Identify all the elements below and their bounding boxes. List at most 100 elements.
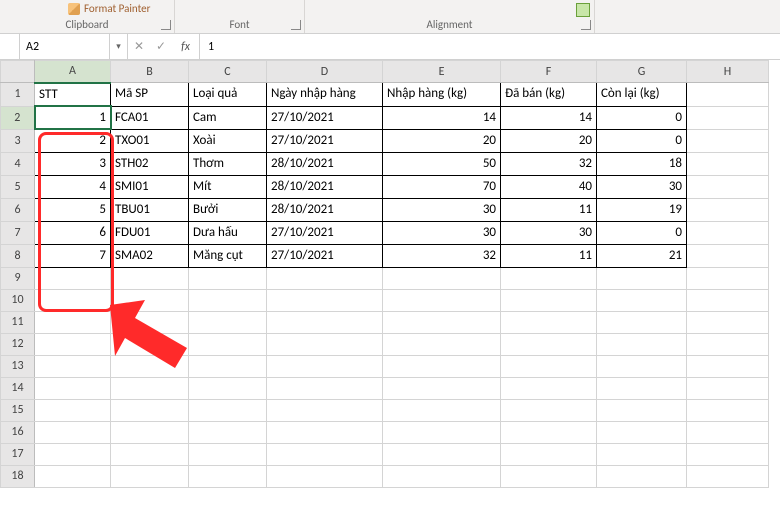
row-header-14[interactable]: 14: [1, 377, 35, 399]
cell-F16[interactable]: [501, 421, 597, 443]
cell-B4[interactable]: STH02: [111, 152, 189, 175]
cell-H2[interactable]: [687, 106, 769, 129]
row-header-18[interactable]: 18: [1, 465, 35, 487]
cell-D18[interactable]: [267, 465, 383, 487]
cell-E14[interactable]: [383, 377, 501, 399]
cell-E6[interactable]: 30: [383, 198, 501, 221]
row-header-5[interactable]: 5: [1, 175, 35, 198]
cell-H18[interactable]: [687, 465, 769, 487]
cell-A16[interactable]: [35, 421, 111, 443]
cell-G14[interactable]: [597, 377, 687, 399]
formula-cancel-icon[interactable]: ✕: [128, 34, 150, 59]
cell-G5[interactable]: 30: [597, 175, 687, 198]
cell-E1[interactable]: Nhập hàng (kg): [383, 83, 501, 107]
cell-F5[interactable]: 40: [501, 175, 597, 198]
cell-A18[interactable]: [35, 465, 111, 487]
cell-G3[interactable]: 0: [597, 129, 687, 152]
cell-H17[interactable]: [687, 443, 769, 465]
column-header-A[interactable]: A: [35, 61, 111, 83]
cell-H15[interactable]: [687, 399, 769, 421]
cell-A1[interactable]: STT: [35, 83, 111, 107]
row-header-16[interactable]: 16: [1, 421, 35, 443]
cell-B13[interactable]: [111, 355, 189, 377]
cell-A15[interactable]: [35, 399, 111, 421]
cell-C9[interactable]: [189, 267, 267, 289]
cell-G12[interactable]: [597, 333, 687, 355]
wrap-text-icon[interactable]: [576, 3, 590, 17]
cell-F18[interactable]: [501, 465, 597, 487]
cell-A4[interactable]: 3: [35, 152, 111, 175]
name-box[interactable]: [20, 34, 110, 59]
formula-bar[interactable]: [200, 34, 780, 59]
cell-D14[interactable]: [267, 377, 383, 399]
row-header-1[interactable]: 1: [1, 83, 35, 107]
cell-E3[interactable]: 20: [383, 129, 501, 152]
cell-B5[interactable]: SMI01: [111, 175, 189, 198]
row-header-6[interactable]: 6: [1, 198, 35, 221]
cell-G8[interactable]: 21: [597, 244, 687, 267]
row-header-15[interactable]: 15: [1, 399, 35, 421]
alignment-dialog-launcher-icon[interactable]: [581, 20, 591, 30]
cell-G18[interactable]: [597, 465, 687, 487]
cell-A13[interactable]: [35, 355, 111, 377]
cell-H7[interactable]: [687, 221, 769, 244]
cell-B2[interactable]: FCA01: [111, 106, 189, 129]
cell-D2[interactable]: 27/10/2021: [267, 106, 383, 129]
select-all-corner[interactable]: [1, 61, 35, 83]
cell-D17[interactable]: [267, 443, 383, 465]
row-header-8[interactable]: 8: [1, 244, 35, 267]
cell-D11[interactable]: [267, 311, 383, 333]
cell-C18[interactable]: [189, 465, 267, 487]
cell-H11[interactable]: [687, 311, 769, 333]
cell-G10[interactable]: [597, 289, 687, 311]
column-header-F[interactable]: F: [501, 61, 597, 83]
cell-C2[interactable]: Cam: [189, 106, 267, 129]
cell-H4[interactable]: [687, 152, 769, 175]
cell-E10[interactable]: [383, 289, 501, 311]
cell-G15[interactable]: [597, 399, 687, 421]
cell-D7[interactable]: 27/10/2021: [267, 221, 383, 244]
cell-B11[interactable]: [111, 311, 189, 333]
column-header-D[interactable]: D: [267, 61, 383, 83]
cell-F10[interactable]: [501, 289, 597, 311]
cell-D10[interactable]: [267, 289, 383, 311]
cell-E8[interactable]: 32: [383, 244, 501, 267]
cell-C3[interactable]: Xoài: [189, 129, 267, 152]
cell-F2[interactable]: 14: [501, 106, 597, 129]
cell-E2[interactable]: 14: [383, 106, 501, 129]
font-dialog-launcher-icon[interactable]: [291, 20, 301, 30]
cell-A12[interactable]: [35, 333, 111, 355]
cell-B14[interactable]: [111, 377, 189, 399]
cell-D3[interactable]: 27/10/2021: [267, 129, 383, 152]
cell-E7[interactable]: 30: [383, 221, 501, 244]
cell-B3[interactable]: TXO01: [111, 129, 189, 152]
row-header-17[interactable]: 17: [1, 443, 35, 465]
cell-H3[interactable]: [687, 129, 769, 152]
cell-H1[interactable]: [687, 83, 769, 107]
cell-G17[interactable]: [597, 443, 687, 465]
cell-H10[interactable]: [687, 289, 769, 311]
cell-B6[interactable]: TBU01: [111, 198, 189, 221]
cell-D15[interactable]: [267, 399, 383, 421]
cell-C12[interactable]: [189, 333, 267, 355]
name-box-dropdown-icon[interactable]: ▾: [110, 34, 128, 59]
cell-A10[interactable]: [35, 289, 111, 311]
cell-H9[interactable]: [687, 267, 769, 289]
cell-D13[interactable]: [267, 355, 383, 377]
cell-F13[interactable]: [501, 355, 597, 377]
cell-C7[interactable]: Dưa hấu: [189, 221, 267, 244]
cell-C16[interactable]: [189, 421, 267, 443]
cell-E12[interactable]: [383, 333, 501, 355]
cell-F12[interactable]: [501, 333, 597, 355]
cell-F7[interactable]: 30: [501, 221, 597, 244]
row-header-3[interactable]: 3: [1, 129, 35, 152]
cell-B8[interactable]: SMA02: [111, 244, 189, 267]
cell-E15[interactable]: [383, 399, 501, 421]
cell-D16[interactable]: [267, 421, 383, 443]
cell-A14[interactable]: [35, 377, 111, 399]
cell-B7[interactable]: FDU01: [111, 221, 189, 244]
cell-G16[interactable]: [597, 421, 687, 443]
cell-H8[interactable]: [687, 244, 769, 267]
column-header-C[interactable]: C: [189, 61, 267, 83]
row-header-4[interactable]: 4: [1, 152, 35, 175]
